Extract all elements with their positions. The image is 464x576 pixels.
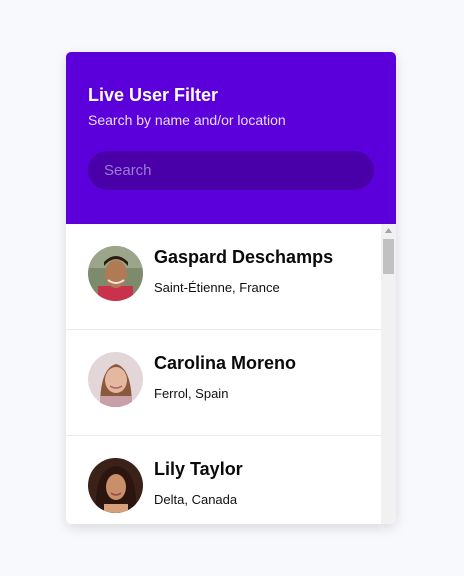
list-item[interactable]: Gaspard Deschamps Saint-Étienne, France bbox=[66, 224, 381, 330]
search-input[interactable] bbox=[88, 151, 374, 190]
page-subtitle: Search by name and/or location bbox=[88, 112, 286, 128]
user-name: Lily Taylor bbox=[154, 459, 243, 479]
scrollbar-thumb[interactable] bbox=[383, 239, 394, 274]
user-location: Saint-Étienne, France bbox=[154, 280, 280, 295]
list-item[interactable]: Carolina Moreno Ferrol, Spain bbox=[66, 330, 381, 436]
avatar bbox=[88, 458, 143, 513]
triangle-up-icon[interactable] bbox=[381, 224, 396, 238]
user-name: Gaspard Deschamps bbox=[154, 247, 334, 267]
page-title: Live User Filter bbox=[88, 85, 219, 105]
avatar bbox=[88, 246, 143, 301]
user-filter-card: Live User Filter Search by name and/or l… bbox=[66, 52, 396, 524]
user-name: Carolina Moreno bbox=[154, 353, 297, 373]
header: Live User Filter Search by name and/or l… bbox=[66, 52, 396, 224]
list-item[interactable]: Lily Taylor Delta, Canada bbox=[66, 436, 381, 524]
avatar bbox=[88, 352, 143, 407]
user-location: Ferrol, Spain bbox=[154, 386, 229, 401]
scrollbar[interactable] bbox=[381, 224, 396, 524]
user-location: Delta, Canada bbox=[154, 492, 238, 507]
user-list[interactable]: Gaspard Deschamps Saint-Étienne, France … bbox=[66, 224, 381, 524]
